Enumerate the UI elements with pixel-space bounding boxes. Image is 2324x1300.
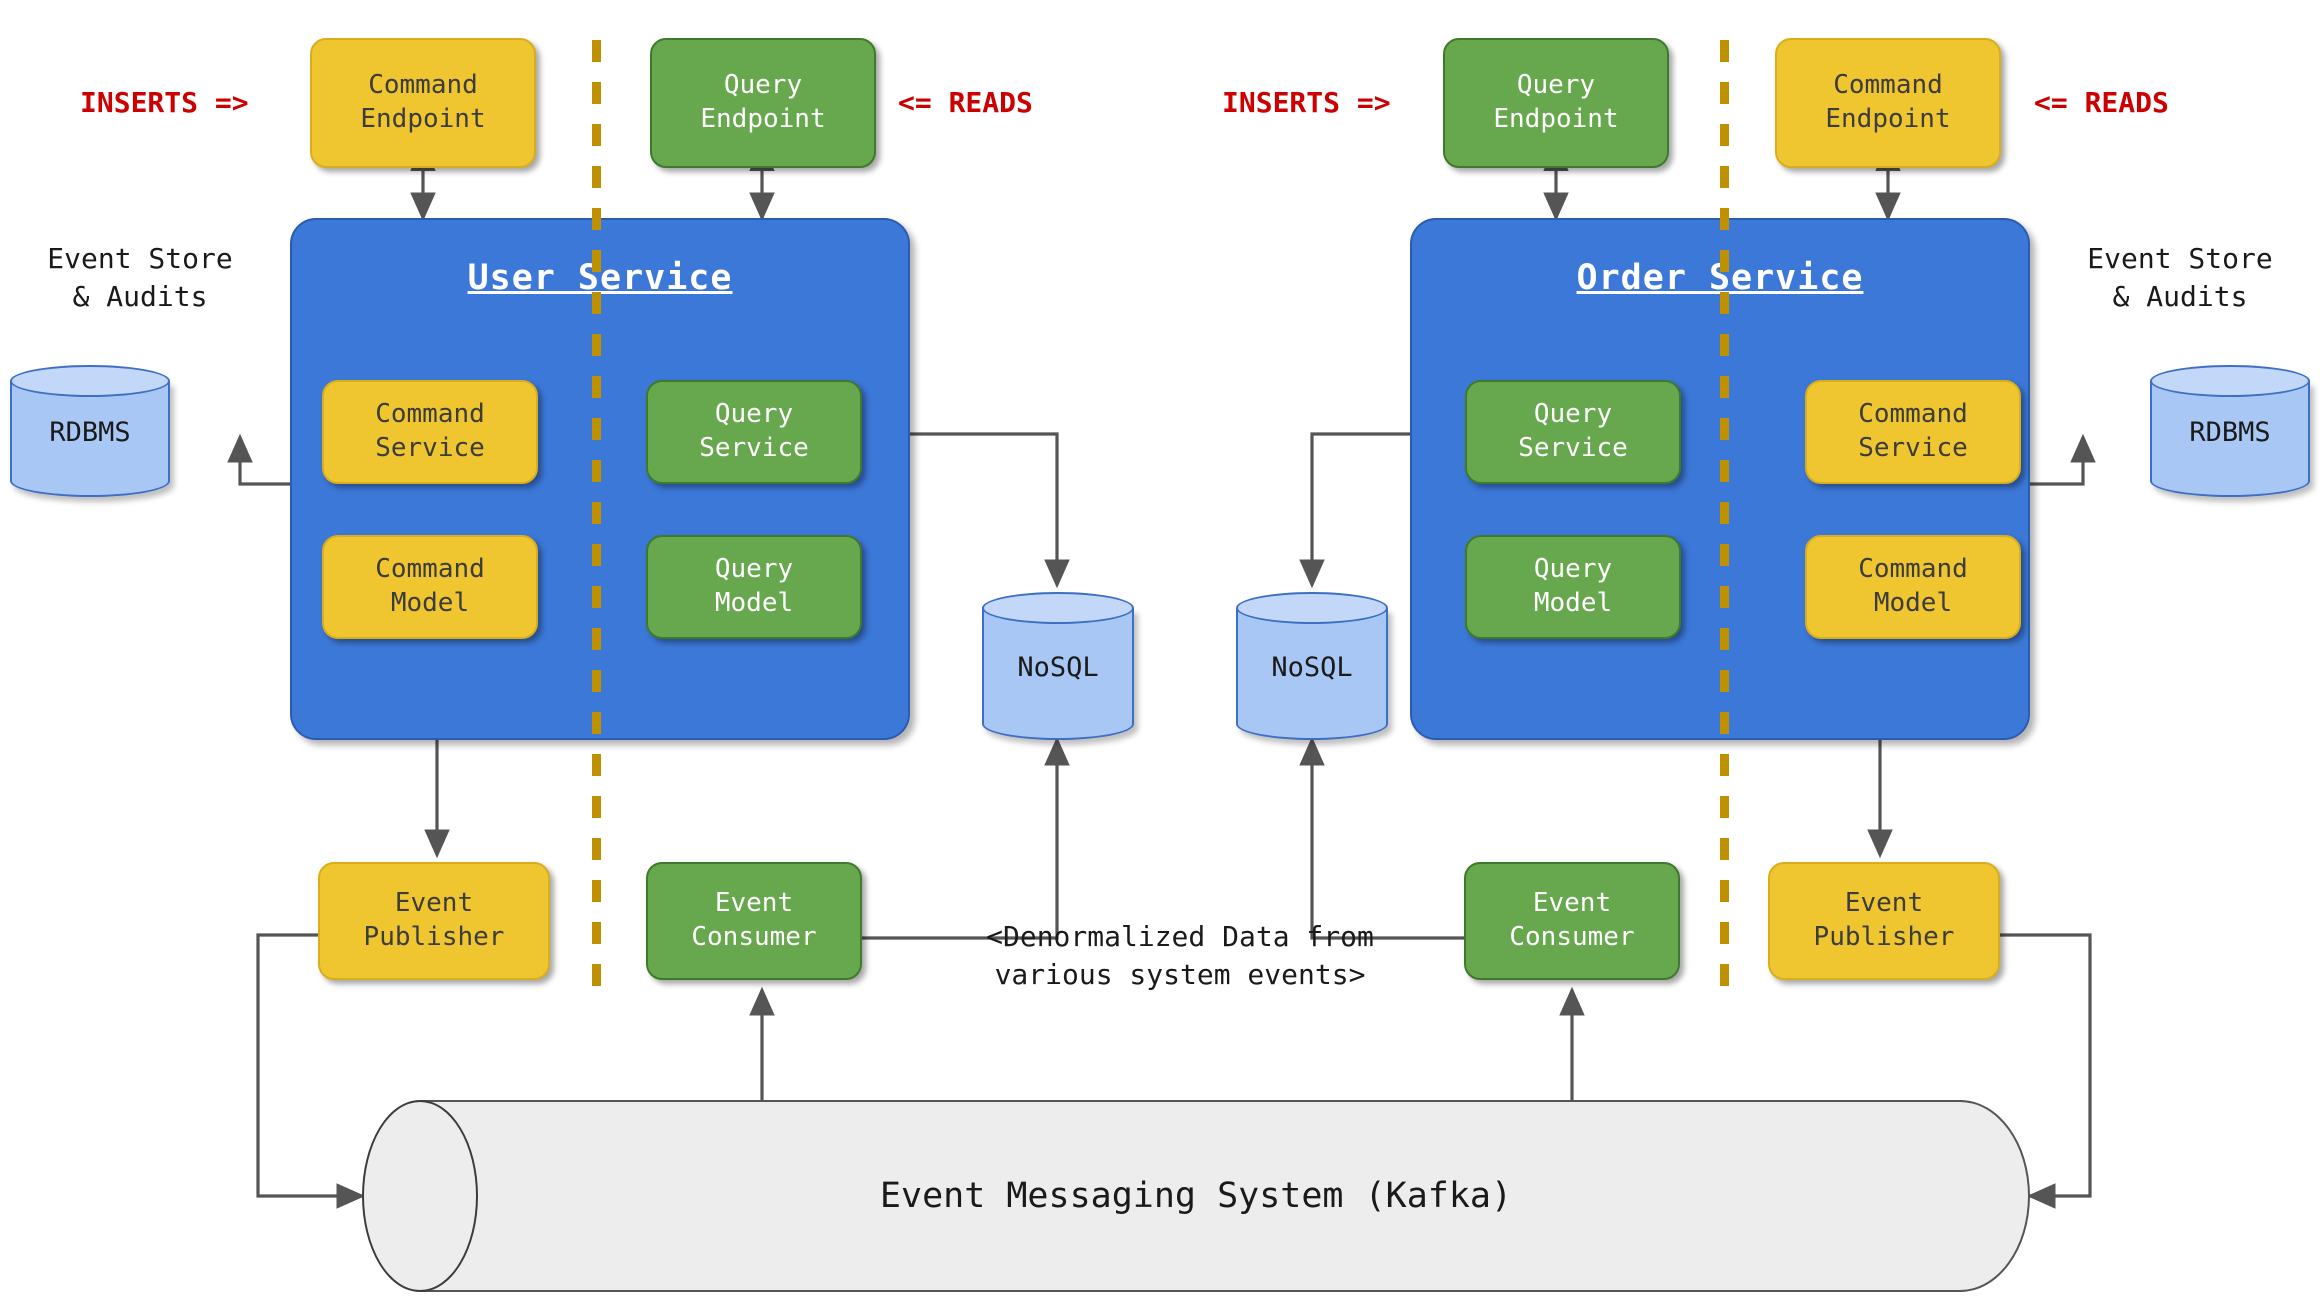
right-command-model[interactable]: Command Model [1805,535,2021,639]
left-query-model[interactable]: Query Model [646,535,862,639]
right-rdbms-label: RDBMS [2189,417,2271,449]
right-query-model[interactable]: Query Model [1465,535,1681,639]
wire-right-consumer-nosql [1299,736,1464,940]
right-inserts-label: INSERTS => [1222,86,1391,119]
wire-left-cmdservice-rdbms [227,433,296,486]
right-command-model-label: Command Model [1858,554,1968,618]
left-cqrs-divider [592,40,601,1000]
right-nosql-database: NoSQL [1236,592,1388,740]
wire-left-consumer-nosql [840,736,1070,940]
left-command-model[interactable]: Command Model [322,535,538,639]
architecture-diagram: INSERTS => <= READS INSERTS => <= READS … [0,0,2324,1300]
left-reads-label: <= READS [898,86,1033,119]
right-command-service[interactable]: Command Service [1805,380,2021,484]
left-query-service[interactable]: Query Service [646,380,862,484]
left-rdbms-database: RDBMS [10,365,170,497]
left-query-service-label: Query Service [699,399,809,463]
right-query-model-label: Query Model [1533,554,1613,618]
wire-right-cmdservice-rdbms [2021,433,2096,486]
right-nosql-label: NoSQL [1271,652,1353,684]
denormalized-data-note: <Denormalized Data from various system e… [986,920,1374,991]
left-event-consumer-label: Event Consumer [691,888,817,952]
left-query-endpoint-label: Query Endpoint [700,70,826,134]
left-event-publisher[interactable]: Event Publisher [318,862,550,980]
right-event-consumer-label: Event Consumer [1509,888,1635,952]
right-event-publisher[interactable]: Event Publisher [1768,862,2000,980]
cylinder-top [10,365,170,397]
left-nosql-label: NoSQL [1017,652,1099,684]
right-event-publisher-label: Event Publisher [1813,888,1955,952]
kafka-label: Event Messaging System (Kafka) [879,1176,1513,1216]
right-reads-label: <= READS [2034,86,2169,119]
left-command-endpoint-label: Command Endpoint [360,70,486,134]
left-command-endpoint[interactable]: Command Endpoint [310,38,536,168]
cylinder-top [2150,365,2310,397]
right-command-endpoint[interactable]: Command Endpoint [1775,38,2001,168]
left-event-store-label: Event Store & Audits [47,242,233,313]
left-command-service-label: Command Service [375,399,485,463]
right-cqrs-divider [1720,40,1729,1000]
left-inserts-label: INSERTS => [80,86,249,119]
kafka-messaging-system: Event Messaging System (Kafka) [362,1100,2030,1292]
left-command-service[interactable]: Command Service [322,380,538,484]
right-query-endpoint-label: Query Endpoint [1493,70,1619,134]
right-query-endpoint[interactable]: Query Endpoint [1443,38,1669,168]
cylinder-top [1236,592,1388,624]
right-query-service-label: Query Service [1518,399,1628,463]
left-event-consumer[interactable]: Event Consumer [646,862,862,980]
right-event-consumer[interactable]: Event Consumer [1464,862,1680,980]
left-rdbms-label: RDBMS [49,417,131,449]
right-command-endpoint-label: Command Endpoint [1825,70,1951,134]
right-rdbms-database: RDBMS [2150,365,2310,497]
left-nosql-database: NoSQL [982,592,1134,740]
cylinder-top [982,592,1134,624]
right-command-service-label: Command Service [1858,399,1968,463]
right-query-service[interactable]: Query Service [1465,380,1681,484]
left-event-publisher-label: Event Publisher [363,888,505,952]
left-command-model-label: Command Model [375,554,485,618]
left-query-endpoint[interactable]: Query Endpoint [650,38,876,168]
right-event-store-label: Event Store & Audits [2087,242,2273,313]
left-query-model-label: Query Model [714,554,794,618]
